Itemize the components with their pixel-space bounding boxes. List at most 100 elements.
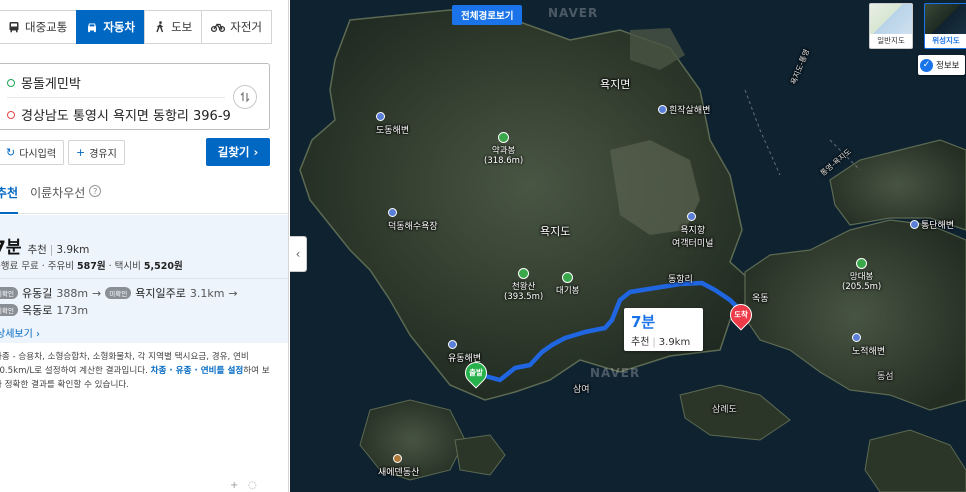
result-divider bbox=[0, 278, 288, 279]
info-toggle[interactable]: ✓ 정보보 bbox=[918, 55, 966, 75]
end-field[interactable]: 경상남도 통영시 욕지면 동항리 396-9 bbox=[7, 105, 231, 124]
mode-transit[interactable]: 대중교통 bbox=[0, 10, 78, 44]
beach-icon bbox=[658, 105, 667, 114]
poi-deokdong[interactable]: 덕동해수욕장 bbox=[388, 208, 438, 232]
fee-mid: · 택시비 bbox=[105, 261, 144, 272]
poi-noejeok[interactable]: 노적해변 bbox=[852, 333, 885, 357]
route-result-card[interactable]: 7분 추천|3.9km 통행료 무료 · 주유비 587원 · 택시비 5,52… bbox=[0, 215, 288, 343]
mode-transit-label: 대중교통 bbox=[25, 20, 68, 34]
maptype-satellite-button[interactable]: 위성지도 bbox=[924, 3, 966, 49]
taxi-fare: 5,520원 bbox=[143, 261, 183, 272]
beach-icon bbox=[910, 220, 919, 229]
bike-icon bbox=[211, 21, 226, 33]
beach-icon bbox=[376, 112, 385, 121]
mode-car-label: 자동차 bbox=[103, 20, 136, 34]
route-summary-tooltip[interactable]: 7분 추천 | 3.9km bbox=[624, 308, 703, 351]
satellite-map[interactable]: ‹ 전체경로보기 NAVER NAVER 욕지면 욕지도 흰작살해변 도동해변 … bbox=[290, 0, 966, 492]
normal-map-thumbnail bbox=[870, 4, 912, 34]
label-mangdae-height: (205.5m) bbox=[842, 282, 882, 292]
fare-note: 차종 - 승용차, 소형승합차, 소형화물차, 각 지역별 택시요금, 경유, … bbox=[0, 350, 282, 392]
mountain-yakgwa[interactable]: 약과봉 (318.6m) bbox=[484, 132, 523, 166]
beach-icon bbox=[388, 208, 397, 217]
arrow-right-icon: → bbox=[92, 286, 102, 300]
mountain-cheonwang[interactable]: 천왕산 (393.5m) bbox=[504, 268, 543, 302]
add-waypoint-button[interactable]: + 경유지 bbox=[68, 140, 125, 165]
arrow-right-icon: → bbox=[228, 286, 238, 300]
reset-label: 다시입력 bbox=[19, 149, 57, 160]
mode-bike[interactable]: 자전거 bbox=[201, 10, 272, 44]
end-pin[interactable]: 도착 bbox=[725, 299, 757, 332]
tooltip-separator: | bbox=[652, 337, 656, 348]
check-icon: ✓ bbox=[920, 58, 933, 72]
tooltip-time: 7분 bbox=[631, 313, 656, 331]
naver-watermark: NAVER bbox=[548, 6, 599, 20]
step3-badge: 미확인 bbox=[0, 304, 18, 316]
note-line-2: 10.5km/L로 설정하여 계산한 결과입니다. 차종 · 유종 · 연비를 … bbox=[0, 364, 282, 378]
tab-recommended-label: 추천 bbox=[0, 186, 19, 200]
vehicle-settings-link[interactable]: 차종 · 유종 · 연비를 설정 bbox=[151, 366, 244, 376]
mountain-icon bbox=[498, 132, 510, 143]
poi-dodong[interactable]: 도동해변 bbox=[376, 112, 409, 136]
label-dongang-ri: 동항리 bbox=[668, 275, 693, 285]
label-yokji-do: 욕지도 bbox=[540, 225, 571, 238]
label-yakgwa-height: (318.6m) bbox=[484, 156, 524, 166]
reset-button[interactable]: ↻ 다시입력 bbox=[0, 140, 65, 165]
step2-road: 욕지일주로 bbox=[135, 287, 186, 300]
help-icon[interactable]: ? bbox=[89, 185, 102, 197]
route-divider bbox=[7, 97, 225, 98]
find-route-button[interactable]: 길찾기 › bbox=[206, 138, 270, 166]
label-terminal-2: 여객터미널 bbox=[672, 239, 714, 249]
detail-label: 상세보기 bbox=[0, 329, 33, 340]
label-saeedon: 새에덴동산 bbox=[378, 468, 420, 478]
whole-route-button[interactable]: 전체경로보기 bbox=[452, 5, 523, 25]
mountain-daegi[interactable]: 대기봉 bbox=[556, 272, 579, 296]
tab-recommended[interactable]: 추천 bbox=[0, 184, 19, 214]
detail-link[interactable]: 상세보기 › bbox=[0, 325, 40, 340]
maptype-normal-button[interactable]: 일반지도 bbox=[869, 3, 913, 49]
poi-heuinjak[interactable]: 흰작살해변 bbox=[658, 103, 710, 116]
panel-bottom-icons: + ◌ bbox=[230, 480, 257, 491]
label-heuinjak: 흰작살해변 bbox=[669, 106, 711, 116]
bus-icon bbox=[8, 21, 20, 33]
start-field[interactable]: 몽돌게민박 bbox=[7, 73, 81, 92]
mountain-icon bbox=[518, 268, 530, 279]
tooltip-meta: 추천 | 3.9km bbox=[631, 333, 690, 348]
start-dot-icon bbox=[7, 78, 15, 87]
note-line-3: 다 정확한 결과를 확인할 수 있습니다. bbox=[0, 380, 129, 390]
label-mangdae: 망대봉 bbox=[849, 272, 874, 282]
step1-distance: 388m bbox=[56, 286, 89, 300]
start-pin[interactable]: 출발 bbox=[460, 357, 492, 390]
label-deokdong: 덕동해수욕장 bbox=[388, 222, 438, 232]
share-icon[interactable]: ◌ bbox=[248, 480, 257, 491]
result-summary: 7분 추천|3.9km bbox=[0, 233, 89, 258]
whole-route-label: 전체경로보기 bbox=[461, 11, 514, 22]
mountain-mangdae[interactable]: 망대봉 (205.5m) bbox=[842, 258, 881, 292]
tab-motorcycle-priority[interactable]: 이륜차우선 ? bbox=[30, 184, 102, 214]
label-dodong: 도동해변 bbox=[376, 126, 410, 136]
route-input-box: 몽돌게민박 경상남도 통영시 욕지면 동항리 396-9 bbox=[0, 63, 270, 130]
swap-route-button[interactable] bbox=[233, 85, 257, 109]
result-fees: 통행료 무료 · 주유비 587원 · 택시비 5,520원 bbox=[0, 258, 183, 272]
refresh-icon: ↻ bbox=[6, 146, 16, 159]
start-pin-label: 출발 bbox=[469, 368, 483, 377]
meta-separator: | bbox=[49, 244, 54, 256]
mode-bike-label: 자전거 bbox=[230, 20, 262, 34]
mode-walk-label: 도보 bbox=[171, 20, 193, 34]
poi-yudong[interactable]: 유동해변 bbox=[448, 340, 481, 364]
poi-saeedon[interactable]: 새에덴동산 bbox=[378, 454, 419, 478]
result-time: 7분 bbox=[0, 238, 22, 258]
maptype-normal-label: 일반지도 bbox=[877, 36, 905, 45]
label-cheonwang: 천왕산 bbox=[511, 282, 536, 292]
poi-tongdan[interactable]: 통단해변 bbox=[910, 218, 954, 231]
fuel-cost: 587원 bbox=[77, 261, 106, 272]
directions-panel: 대중교통 자동차 도보 자전거 몽돌게민박 경상남도 통영시 욕지면 동항리 3… bbox=[0, 0, 289, 492]
poi-terminal[interactable]: 욕지항 여객터미널 bbox=[672, 212, 713, 249]
step2-badge: 미확인 bbox=[105, 287, 132, 299]
label-yokji-myeon: 욕지면 bbox=[600, 78, 631, 91]
mode-car[interactable]: 자동차 bbox=[76, 10, 146, 44]
plus-icon[interactable]: + bbox=[230, 480, 238, 491]
collapse-panel-button[interactable]: ‹ bbox=[290, 236, 307, 272]
tooltip-distance: 3.9km bbox=[658, 337, 691, 348]
mode-walk[interactable]: 도보 bbox=[144, 10, 203, 44]
end-value: 경상남도 통영시 욕지면 동항리 396-9 bbox=[21, 109, 231, 124]
